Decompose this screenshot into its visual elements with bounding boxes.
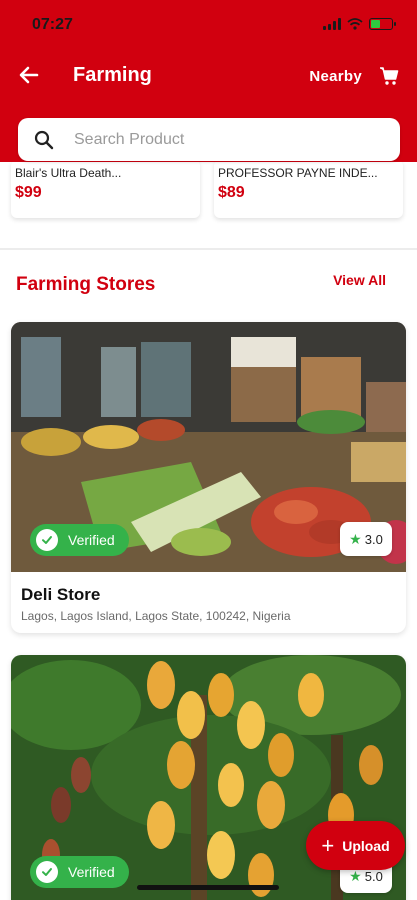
product-price: $99 bbox=[15, 184, 42, 201]
upload-label: Upload bbox=[342, 837, 390, 854]
page-title: Farming bbox=[73, 64, 152, 86]
store-info: Deli Store Lagos, Lagos Island, Lagos St… bbox=[11, 572, 406, 633]
wifi-icon bbox=[347, 18, 363, 30]
search-input[interactable] bbox=[74, 130, 354, 149]
store-name: Deli Store bbox=[21, 585, 101, 604]
app-header: 07:27 Farming Nearby bbox=[0, 0, 417, 162]
status-time: 07:27 bbox=[32, 16, 73, 33]
search-icon bbox=[34, 130, 54, 149]
status-icons bbox=[323, 18, 396, 30]
home-indicator bbox=[137, 885, 279, 890]
checkmark-icon bbox=[36, 861, 58, 883]
star-icon: ★ bbox=[349, 867, 362, 884]
product-card[interactable]: Blair's Ultra Death... $99 bbox=[11, 160, 200, 218]
section-divider bbox=[0, 248, 417, 250]
rating-badge: ★ 3.0 bbox=[340, 522, 392, 556]
upload-button[interactable]: + Upload bbox=[306, 821, 405, 870]
verified-label: Verified bbox=[68, 864, 115, 880]
rating-value: 5.0 bbox=[364, 868, 383, 884]
product-row: Blair's Ultra Death... $99 PROFESSOR PAY… bbox=[0, 160, 417, 222]
product-price: $89 bbox=[218, 184, 245, 201]
store-address: Lagos, Lagos Island, Lagos State, 100242… bbox=[21, 609, 291, 623]
section-title: Farming Stores bbox=[16, 274, 156, 295]
checkmark-icon bbox=[36, 529, 58, 551]
verified-badge: Verified bbox=[30, 856, 129, 888]
verified-label: Verified bbox=[68, 532, 115, 548]
store-card[interactable]: Verified ★ 3.0 Deli Store Lagos, Lagos I… bbox=[11, 322, 406, 633]
plus-icon: + bbox=[321, 832, 335, 858]
battery-icon bbox=[369, 18, 396, 30]
view-all-link[interactable]: View All bbox=[333, 272, 386, 288]
navbar: Farming Nearby bbox=[0, 60, 417, 94]
product-card[interactable]: PROFESSOR PAYNE INDE... $89 bbox=[214, 160, 403, 218]
star-icon: ★ bbox=[349, 530, 362, 547]
back-arrow-icon[interactable] bbox=[18, 64, 40, 86]
verified-badge: Verified bbox=[30, 524, 129, 556]
signal-icon bbox=[323, 18, 341, 30]
product-name: PROFESSOR PAYNE INDE... bbox=[218, 166, 378, 180]
search-bar[interactable] bbox=[18, 118, 400, 161]
store-image: Verified ★ 3.0 bbox=[11, 322, 406, 572]
cart-icon[interactable] bbox=[379, 66, 399, 86]
rating-value: 3.0 bbox=[364, 531, 383, 547]
status-bar: 07:27 bbox=[0, 14, 417, 38]
nearby-button[interactable]: Nearby bbox=[309, 68, 362, 85]
product-name: Blair's Ultra Death... bbox=[15, 166, 122, 180]
screen: Blair's Ultra Death... $99 PROFESSOR PAY… bbox=[0, 0, 417, 900]
